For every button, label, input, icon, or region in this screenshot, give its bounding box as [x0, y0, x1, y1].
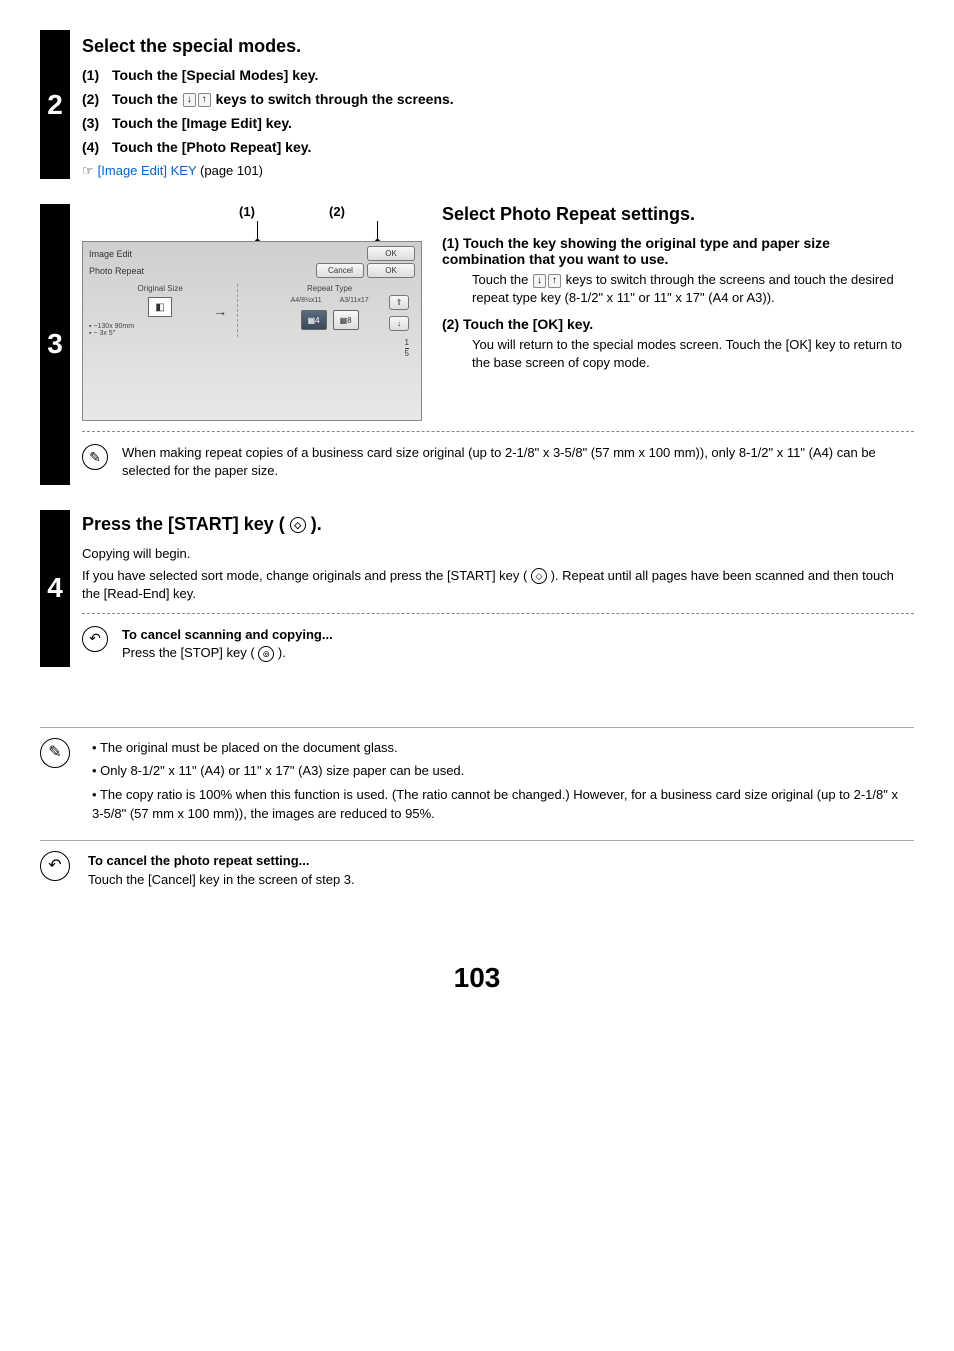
ok-button[interactable]: OK	[367, 263, 415, 278]
step-3-sub-2-head: (2) Touch the [OK] key.	[442, 316, 914, 332]
cancel-scan-head: To cancel scanning and copying...	[122, 626, 333, 644]
step-2-item-4: (4)Touch the [Photo Repeat] key.	[82, 139, 914, 155]
step-3-sub-1-head: (1) Touch the key showing the original t…	[442, 235, 914, 267]
cancel-button[interactable]: Cancel	[316, 263, 364, 278]
reference-icon: ☞	[82, 163, 94, 178]
step-3-note: ✎ When making repeat copies of a busines…	[82, 440, 914, 484]
step-4-line-2: If you have selected sort mode, change o…	[82, 567, 914, 603]
original-size-label: Original Size	[89, 284, 231, 293]
page-number: 103	[40, 962, 914, 994]
bottom-bullet-3: The copy ratio is 100% when this functio…	[88, 785, 908, 824]
scroll-up-button[interactable]: ⇑	[389, 295, 409, 310]
step-2-item-1: (1)Touch the [Special Modes] key.	[82, 67, 914, 83]
repeat-key-4[interactable]: ▦ 4	[301, 310, 327, 330]
stop-key-icon: ⊚	[258, 646, 274, 662]
step-2: 2 Select the special modes. (1)Touch the…	[40, 30, 914, 179]
step-3-sub-1-body: Touch the ↓↑ keys to switch through the …	[472, 271, 914, 306]
panel-photo-repeat-label: Photo Repeat	[89, 266, 144, 276]
step-3-title: Select Photo Repeat settings.	[442, 204, 914, 225]
note-pencil-icon: ✎	[40, 738, 70, 768]
step-4-line-1: Copying will begin.	[82, 545, 914, 563]
cancel-scan-body: Press the [STOP] key ( ⊚ ).	[122, 644, 333, 662]
step-2-number: 2	[40, 30, 70, 179]
callout-2: (2)	[329, 204, 345, 219]
bottom-notes: ✎ The original must be placed on the doc…	[40, 727, 914, 902]
up-key-icon: ↑	[548, 274, 561, 288]
repeat-label-2: A3/11x17	[340, 297, 369, 304]
repeat-type-label: Repeat Type	[244, 284, 415, 293]
undo-icon: ↶	[82, 626, 108, 652]
photo-icon: ◧	[148, 297, 172, 317]
step-2-title: Select the special modes.	[82, 36, 914, 57]
arrow-right-icon: →	[213, 303, 227, 319]
start-key-icon: ◇	[290, 517, 306, 533]
step-4: 4 Press the [START] key ( ◇ ). Copying w…	[40, 510, 914, 667]
cancel-setting-head: To cancel the photo repeat setting...	[88, 851, 908, 871]
scroll-down-button[interactable]: ↓	[389, 316, 409, 331]
up-key-icon: ↑	[198, 93, 211, 107]
bottom-bullet-1: The original must be placed on the docum…	[88, 738, 908, 758]
step-3: 3 (1) (2) OK	[40, 204, 914, 484]
step-2-item-2: (2)Touch the ↓↑ keys to switch through t…	[82, 91, 914, 107]
size-line-1: ▪ ~130x 90mm	[89, 323, 231, 330]
step-4-title: Press the [START] key ( ◇ ).	[82, 514, 914, 535]
step-3-sub-2-body: You will return to the special modes scr…	[472, 336, 914, 371]
note-pencil-icon: ✎	[82, 444, 108, 470]
repeat-key-8[interactable]: ▦ 8	[333, 310, 359, 330]
panel-image-edit-label: Image Edit	[89, 249, 132, 259]
page-indicator: 1 5	[405, 339, 409, 358]
down-key-icon: ↓	[183, 93, 196, 107]
ok-top-button[interactable]: OK	[367, 246, 415, 261]
step-4-number: 4	[40, 510, 70, 667]
step-2-item-3: (3)Touch the [Image Edit] key.	[82, 115, 914, 131]
step-4-cancel-note: ↶ To cancel scanning and copying... Pres…	[82, 622, 914, 666]
image-edit-key-link[interactable]: [Image Edit] KEY	[98, 163, 197, 178]
cancel-setting-body: Touch the [Cancel] key in the screen of …	[88, 870, 908, 890]
start-key-icon: ◇	[531, 568, 547, 584]
down-key-icon: ↓	[533, 274, 546, 288]
touchscreen-panel: OK Image Edit ▦ Photo Repeat Cancel OK	[82, 241, 422, 421]
callout-1: (1)	[239, 204, 255, 219]
cross-reference: ☞[Image Edit] KEY (page 101)	[82, 163, 914, 179]
step-3-number: 3	[40, 204, 70, 484]
size-line-2: ▪ ~ 3x 5"	[89, 330, 231, 337]
repeat-label-1: A4/8½x11	[291, 297, 322, 304]
bottom-bullet-2: Only 8-1/2" x 11" (A4) or 11" x 17" (A3)…	[88, 761, 908, 781]
undo-icon: ↶	[40, 851, 70, 881]
